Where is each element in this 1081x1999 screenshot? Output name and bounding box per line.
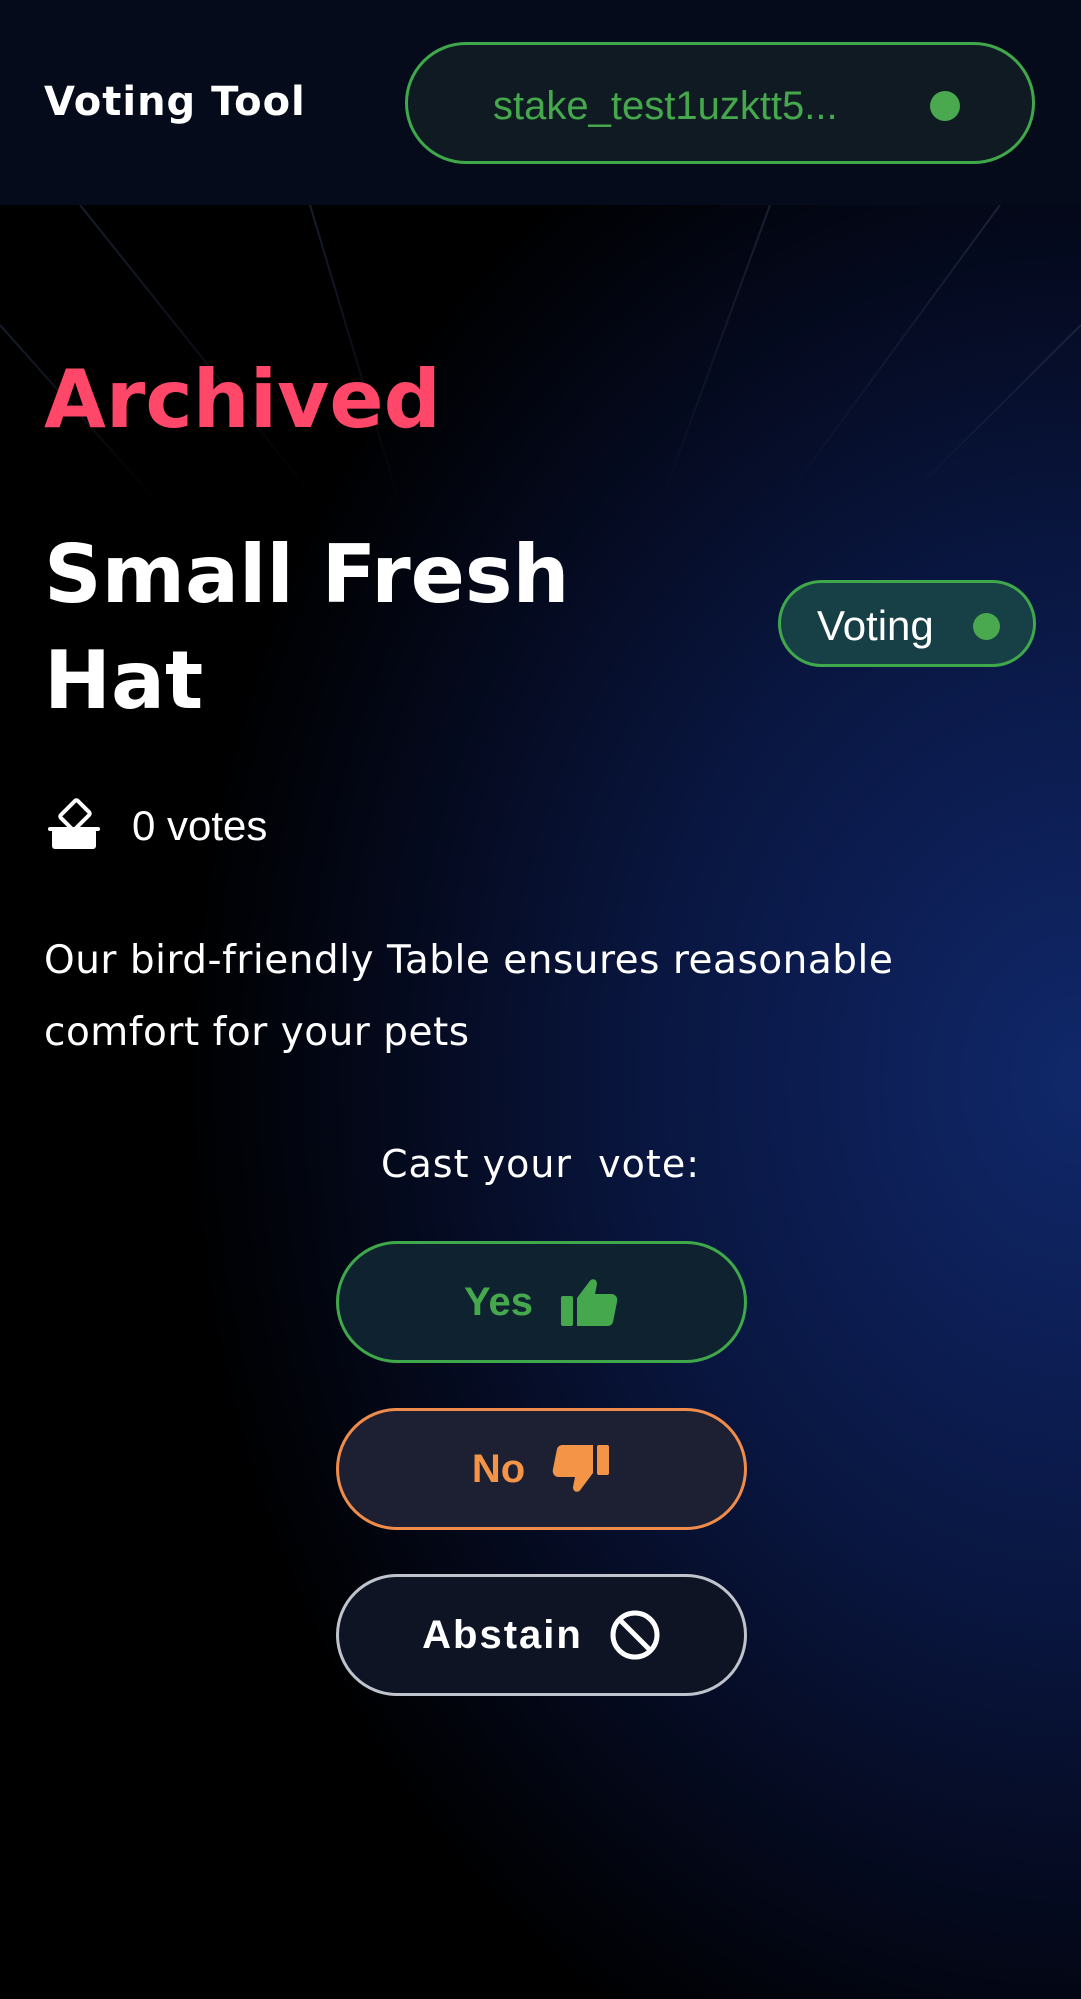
thumbs-down-icon (552, 1445, 610, 1492)
cast-vote-label: Cast your vote: (380, 1142, 701, 1186)
phase-badge-label: Voting (817, 602, 934, 649)
phase-indicator-dot (973, 613, 1000, 640)
app-header: Voting Tool stake_test1uzktt5... (0, 0, 1081, 205)
ballot-box-icon (48, 798, 100, 849)
app-title: Voting Tool (44, 79, 306, 125)
wallet-address: stake_test1uzktt5... (493, 84, 838, 128)
proposal-title: Small Fresh Hat (44, 528, 570, 727)
vote-no-button[interactable]: No (336, 1408, 747, 1530)
vote-yes-button[interactable]: Yes (336, 1241, 747, 1363)
proposal-status-heading: Archived (44, 353, 441, 446)
wallet-connect-button[interactable]: stake_test1uzktt5... (405, 42, 1035, 164)
prohibited-icon (610, 1610, 660, 1660)
votes-count: 0 votes (132, 802, 268, 849)
wallet-connected-indicator (930, 91, 960, 121)
vote-abstain-button[interactable]: Abstain (336, 1574, 747, 1696)
phase-badge: Voting (778, 580, 1036, 667)
proposal-description: Our bird-friendly Table ensures reasonab… (44, 938, 894, 1055)
vote-yes-label: Yes (464, 1280, 533, 1324)
vote-abstain-label: Abstain (422, 1613, 583, 1657)
thumbs-up-icon (560, 1279, 618, 1326)
vote-no-label: No (471, 1447, 526, 1491)
